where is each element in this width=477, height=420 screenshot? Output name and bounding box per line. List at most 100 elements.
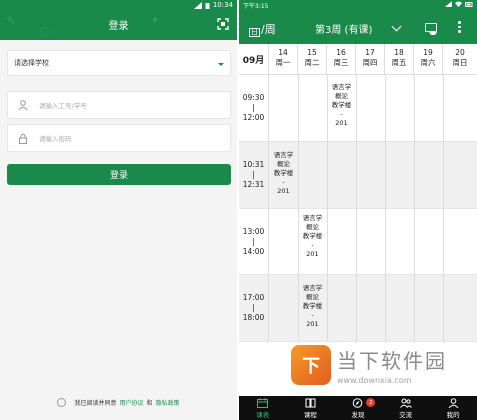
battery-icon xyxy=(465,1,473,7)
day-header-row: 09月 14 周一 15 周二 16 周三 17 周四 18 周五 19 周六 20 周日 xyxy=(239,44,477,75)
week-title[interactable]: 第3周 (有课) xyxy=(315,21,372,36)
course-name: 概论 xyxy=(306,223,319,231)
scan-icon[interactable] xyxy=(217,18,229,30)
course-room: 教学楼 xyxy=(302,302,323,310)
day-date: 14 xyxy=(278,48,288,57)
agreement-prefix: 我已阅读并同意 xyxy=(74,400,117,407)
course-cell[interactable]: 语言学 概论 教学楼 - 201 xyxy=(327,83,356,128)
watermark-text: 当下软件园 www.downxia.com xyxy=(337,345,447,385)
course-room: - xyxy=(282,178,285,186)
bottom-tab-bar: 课表 课程 2 发现 交流 我的 xyxy=(239,396,477,420)
slot-sep: | xyxy=(252,103,255,112)
course-cell[interactable]: 语言学 概论 教学楼 - 201 xyxy=(298,284,327,329)
login-screen: 10:34 ✎ ◌ ✦ 登录 请选择学校 请输入工号/学号 请输入密码 登录 我… xyxy=(0,0,237,420)
agree-radio[interactable] xyxy=(57,398,67,407)
slot-start: 13:00 xyxy=(242,226,265,236)
tab-schedule[interactable]: 课表 xyxy=(239,396,287,420)
password-placeholder: 请输入密码 xyxy=(39,135,72,143)
watermark-title: 当下软件园 xyxy=(337,349,447,373)
privacy-policy-link[interactable]: 隐私政策 xyxy=(156,398,180,407)
week-mode-label: /周 xyxy=(261,23,276,36)
day-weekday: 周四 xyxy=(362,58,378,67)
more-menu-icon[interactable] xyxy=(458,21,461,33)
course-room: 201 xyxy=(306,320,319,328)
tab-profile[interactable]: 我的 xyxy=(429,396,477,420)
slot-end: 18:00 xyxy=(242,313,265,322)
time-slot-label: 13:00 | 14:00 xyxy=(239,209,269,274)
day-date: 19 xyxy=(423,48,433,57)
calendar-icon xyxy=(257,398,269,408)
course-name: 概论 xyxy=(277,160,290,168)
course-room: 教学楼 xyxy=(273,169,294,177)
cast-icon[interactable] xyxy=(425,23,437,35)
slot-start: 10:31 xyxy=(242,160,265,169)
day-date: 20 xyxy=(455,48,465,57)
school-select-placeholder: 请选择学校 xyxy=(14,59,49,67)
course-cell[interactable]: 语言学 概论 教学楼 - 201 xyxy=(269,151,298,196)
course-name: 概论 xyxy=(335,92,348,100)
day-header: 16 周三 xyxy=(327,44,356,75)
grid-line xyxy=(385,75,386,342)
status-icons: 10:34 xyxy=(193,0,233,10)
password-field[interactable]: 请输入密码 xyxy=(7,124,231,152)
user-agreement-link[interactable]: 用户协议 xyxy=(119,398,143,407)
day-header: 14 周一 xyxy=(269,44,298,75)
status-time: 10:34 xyxy=(212,1,233,9)
slot-end: 14:00 xyxy=(242,246,265,256)
course-cell[interactable]: 语言学 概论 教学楼 - 201 xyxy=(298,214,327,259)
compass-icon xyxy=(352,398,364,408)
timetable-appbar: 日 /周 第3周 (有课) xyxy=(239,10,477,44)
lock-icon xyxy=(18,125,28,151)
username-placeholder: 请输入工号/学号 xyxy=(39,102,87,110)
school-select[interactable]: 请选择学校 xyxy=(7,50,231,76)
day-date: 18 xyxy=(394,48,404,57)
slot-end: 12:00 xyxy=(242,113,265,122)
course-room: 201 xyxy=(277,187,290,195)
username-field[interactable]: 请输入工号/学号 xyxy=(7,91,231,119)
day-weekday: 周日 xyxy=(452,58,468,67)
chevron-down-icon[interactable] xyxy=(391,21,402,32)
signal-icon xyxy=(445,1,452,7)
status-icons xyxy=(445,1,473,7)
course-room: - xyxy=(311,311,314,319)
slot-sep: | xyxy=(252,236,255,246)
course-room: - xyxy=(311,241,314,249)
tab-community[interactable]: 交流 xyxy=(382,396,430,420)
grid-line xyxy=(443,75,444,342)
slot-start: 17:00 xyxy=(242,293,265,302)
time-slot-row: 17:00 | 18:00 xyxy=(239,275,477,342)
status-bar: 下午3:15 xyxy=(239,0,477,10)
signal-icon xyxy=(193,1,202,9)
tab-label: 我的 xyxy=(446,411,460,419)
course-name: 语言学 xyxy=(302,214,323,222)
course-name: 语言学 xyxy=(273,151,294,159)
day-header: 15 周二 xyxy=(298,44,327,75)
agreement-row: 我已阅读并同意 用户协议 和 隐私政策 xyxy=(0,398,237,407)
time-slot-row: 09:30 | 12:00 xyxy=(239,75,477,142)
day-weekday: 周五 xyxy=(391,58,407,67)
grid-line xyxy=(356,75,357,342)
tab-discover[interactable]: 2 发现 xyxy=(334,396,382,420)
course-name: 语言学 xyxy=(302,284,323,292)
tab-label: 课程 xyxy=(303,411,317,419)
course-room: - xyxy=(340,110,343,118)
slot-sep: | xyxy=(252,303,255,312)
course-room: 201 xyxy=(335,119,348,127)
login-button[interactable]: 登录 xyxy=(7,164,231,185)
agreement-and: 和 xyxy=(146,400,153,407)
view-mode-toggle[interactable]: 日 /周 xyxy=(249,21,276,37)
slot-start: 09:30 xyxy=(242,93,265,102)
day-weekday: 周二 xyxy=(304,58,320,67)
slot-sep: | xyxy=(252,170,255,179)
watermark-url: www.downxia.com xyxy=(337,376,412,385)
course-room: 教学楼 xyxy=(302,232,323,240)
day-header: 19 周六 xyxy=(414,44,443,75)
day-mode-label: 日 xyxy=(249,28,260,37)
tab-courses[interactable]: 课程 xyxy=(287,396,335,420)
tab-label: 发现 xyxy=(351,411,365,419)
status-time: 下午3:15 xyxy=(243,3,269,10)
grid-line xyxy=(414,75,415,342)
watermark: 下 当下软件园 www.downxia.com xyxy=(291,345,447,385)
time-slot-label: 10:31 | 12:31 xyxy=(239,142,269,208)
user-icon xyxy=(18,92,28,118)
